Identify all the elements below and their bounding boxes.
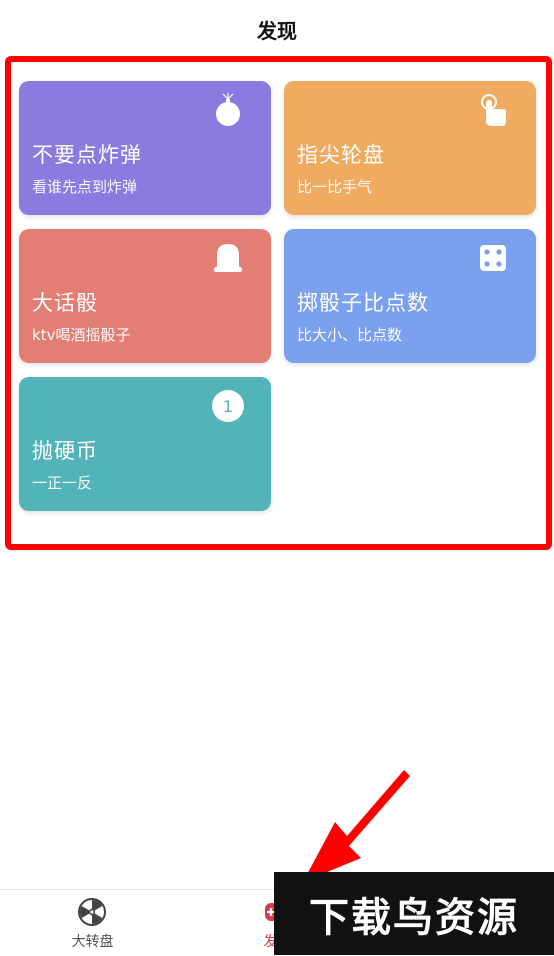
coin-label: 1	[223, 397, 233, 416]
wheel-icon	[78, 898, 106, 926]
bomb-icon	[216, 93, 240, 126]
watermark: 下载鸟资源	[274, 872, 554, 955]
card-bomb-game[interactable]: 不要点炸弹 看谁先点到炸弹	[19, 81, 271, 215]
card-liar-dice[interactable]: 大话骰 ktv喝酒摇骰子	[19, 229, 271, 363]
card-title: 掷骰子比点数	[297, 291, 429, 315]
card-finger-roulette[interactable]: 指尖轮盘 比一比手气	[284, 81, 536, 215]
card-coin-flip[interactable]: 1 抛硬币 一正一反	[19, 377, 271, 511]
card-title: 不要点炸弹	[32, 143, 142, 167]
card-subtitle: ktv喝酒摇骰子	[32, 326, 131, 344]
card-subtitle: 看谁先点到炸弹	[32, 178, 138, 196]
card-roll-dice[interactable]: 掷骰子比点数 比大小、比点数	[284, 229, 536, 363]
finger-tap-icon	[481, 94, 506, 126]
card-subtitle: 一正一反	[32, 474, 93, 492]
tab-wheel[interactable]: 大转盘	[0, 890, 185, 956]
coin-icon: 1	[212, 390, 244, 422]
card-title: 大话骰	[32, 291, 98, 315]
card-title: 指尖轮盘	[297, 143, 385, 167]
tab-label: 大转盘	[71, 934, 114, 950]
card-subtitle: 比一比手气	[297, 178, 373, 196]
page-title: 发现	[257, 18, 297, 43]
dice-icon	[480, 245, 506, 271]
card-title: 抛硬币	[32, 439, 98, 463]
card-subtitle: 比大小、比点数	[297, 326, 403, 344]
dice-cup-icon	[214, 244, 242, 272]
